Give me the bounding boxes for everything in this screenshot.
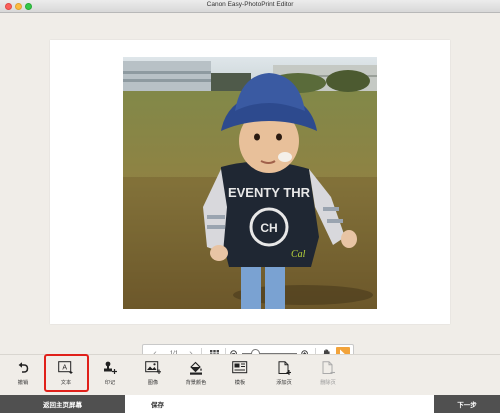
svg-text:Cal: Cal — [291, 249, 306, 260]
undo-button[interactable]: 撤销 — [3, 355, 43, 396]
undo-label: 撤销 — [17, 380, 29, 386]
image-tool-button[interactable]: 图像 — [133, 355, 173, 396]
undo-icon — [18, 362, 29, 373]
paint-bucket-icon — [190, 361, 202, 375]
text-tool-highlight-frame — [44, 354, 89, 392]
image-tool-label: 图像 — [147, 380, 159, 386]
next-step-button[interactable]: 下一步 — [434, 395, 500, 413]
stamp-tool-label: 印记 — [104, 380, 116, 386]
add-page-icon — [278, 361, 291, 375]
svg-text:CH: CH — [260, 221, 277, 235]
template-icon — [232, 361, 248, 374]
stamp-icon — [104, 361, 117, 374]
footer-spacer — [190, 395, 434, 413]
template-button[interactable]: 模板 — [220, 355, 260, 396]
footer-bar: 返回主页屏幕 保存 下一步 — [0, 395, 500, 413]
stamp-tool-button[interactable]: 印记 — [90, 355, 130, 396]
photo-child-in-park-image: EVENTY THR CH Cal — [123, 57, 377, 309]
save-button[interactable]: 保存 — [125, 395, 190, 413]
background-color-label: 背景颜色 — [185, 380, 207, 386]
add-page-button[interactable]: 添加页 — [264, 355, 304, 396]
delete-page-icon — [322, 361, 335, 374]
title-bar: Canon Easy-PhotoPrint Editor — [0, 0, 500, 13]
editing-canvas-area: EVENTY THR CH Cal ‹ 1/1 — [0, 13, 500, 364]
photo-image[interactable]: EVENTY THR CH Cal — [123, 57, 377, 309]
template-label: 模板 — [234, 380, 246, 386]
svg-text:EVENTY THR: EVENTY THR — [228, 185, 311, 200]
print-page[interactable]: EVENTY THR CH Cal — [50, 40, 450, 324]
window-title: Canon Easy-PhotoPrint Editor — [206, 1, 294, 8]
add-page-label: 添加页 — [276, 380, 292, 386]
image-add-icon — [145, 361, 161, 374]
delete-page-button[interactable]: 删除页 — [308, 355, 348, 396]
delete-page-label: 删除页 — [320, 380, 336, 386]
return-home-button[interactable]: 返回主页屏幕 — [0, 395, 125, 413]
background-color-button[interactable]: 背景颜色 — [176, 355, 216, 396]
